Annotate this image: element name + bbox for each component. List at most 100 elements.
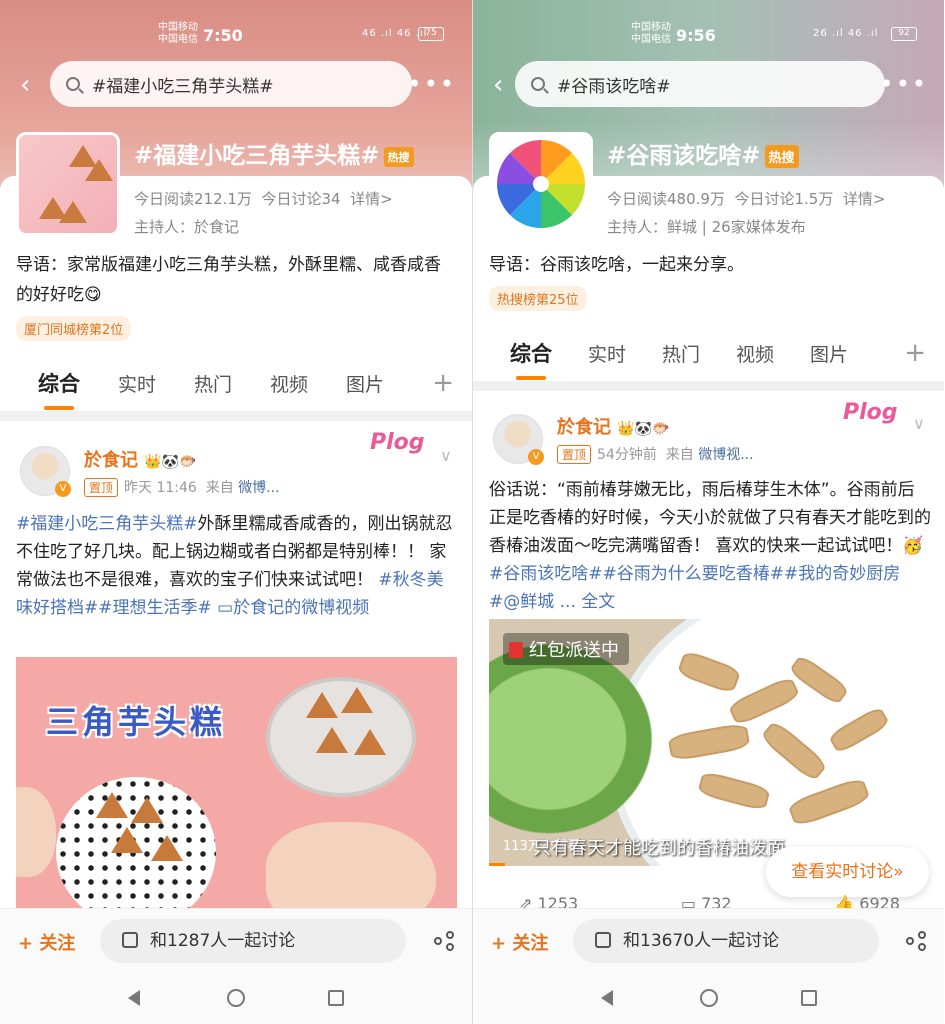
reads-count: 今日阅读480.9万 [607,190,725,208]
plog-badge: Plog [843,400,898,425]
back-arrow-icon[interactable]: ‹ [493,70,503,100]
share-icon[interactable] [906,931,928,951]
rank-badge[interactable]: 厦门同城榜第2位 [16,316,132,341]
video-caption: 只有春天才能吃到的香椿油泼面 [533,838,785,859]
discussion-count: 今日讨论34 [261,190,341,208]
follow-button[interactable]: + 关注 [18,929,75,955]
view-live-discussion-button[interactable]: 查看实时讨论» [766,847,929,897]
carrier-2: 中国电信 [631,34,671,45]
edit-icon [595,932,611,948]
hand [16,787,56,877]
nav-recents-icon[interactable] [328,990,344,1006]
watermark: 微博视频号 [853,635,914,649]
right-phone: 中国移动 中国电信 9:56 26 .ıl 46 .ıl 92 ‹ #谷雨该吃啥… [472,0,944,1024]
red-packet-icon [509,642,523,658]
nav-back-icon[interactable] [128,990,140,1006]
nav-recents-icon[interactable] [801,990,817,1006]
video-progress [489,863,505,866]
post-source[interactable]: 微博... [238,480,279,496]
discussion-count: 今日讨论1.5万 [734,190,834,208]
read-more-link[interactable]: ... 全文 [560,592,616,612]
host-label: 主持人： [134,218,195,236]
badge-icons: 👑🐼🐡 [617,421,670,437]
follow-button[interactable]: + 关注 [491,929,548,955]
edit-icon [122,932,138,948]
red-packet-text: 红包派送中 [529,640,619,661]
add-tab-icon[interactable]: + [904,338,926,368]
post-video[interactable]: 红包派送中 微博视频号 113万次观看 只有春天才能吃到的香椿油泼面 01:13 [489,619,930,866]
tab-video[interactable]: 视频 [270,370,308,397]
search-bar[interactable]: #福建小吃三角芋头糕# [50,61,412,107]
battery-icon: 92 [891,27,917,41]
topic-title: #谷雨该吃啥# 热搜 [607,136,799,170]
discuss-button[interactable]: 和1287人一起讨论 [100,919,406,963]
topic-host: 主持人：鲜城 | 26家媒体发布 [607,216,806,237]
nav-home-icon[interactable] [227,989,245,1007]
details-link[interactable]: 详情> [350,190,393,208]
cake-piece [151,835,183,861]
cake-piece [341,687,373,713]
color-wheel-logo [497,140,585,228]
topic-guide: 导语：家常版福建小吃三角芋头糕，外酥里糯、咸香咸香的好好吃😋 [16,255,441,305]
post-timestamp: 54分钟前 [597,447,657,463]
system-nav-bar [473,972,944,1024]
post-image[interactable]: 三角芋头糕 [16,657,457,911]
details-link[interactable]: 详情> [843,190,886,208]
share-icon[interactable] [434,931,456,951]
video-link[interactable]: ▭於食记的微博视频 [217,598,369,618]
topic-stats: 今日阅读480.9万 今日讨论1.5万 详情> [607,188,885,209]
post-text: 俗话说：“雨前椿芽嫩无比，雨后椿芽生木体”。谷雨前后正是吃香椿的好时候，今天小於… [489,476,931,616]
hot-badge: 热搜 [764,145,799,168]
discuss-text: 和13670人一起讨论 [623,931,780,951]
topic-title-text: #福建小吃三角芋头糕# [134,143,380,169]
host-name[interactable]: 於食记 [194,218,239,236]
tab-all[interactable]: 综合 [38,368,80,410]
hot-badge: 热搜 [383,146,414,167]
post-source[interactable]: 微博视... [698,447,753,463]
tab-all[interactable]: 综合 [510,338,552,380]
pinned-badge: 置顶 [557,445,592,464]
badge-icons: 👑🐼🐡 [144,454,197,470]
discuss-button[interactable]: 和13670人一起讨论 [573,919,879,963]
search-icon [531,77,545,91]
tab-realtime[interactable]: 实时 [588,340,626,367]
bottom-bar: + 关注 和1287人一起讨论 [0,908,472,972]
tab-photos[interactable]: 图片 [810,340,848,367]
more-menu-icon[interactable]: ••• [880,70,928,98]
add-tab-icon[interactable]: + [432,368,454,398]
chevron-down-icon[interactable]: ∨ [440,446,452,465]
nav-back-icon[interactable] [601,990,613,1006]
tab-photos[interactable]: 图片 [346,370,384,397]
topic-cover-image [489,132,593,236]
topic-title-text: #谷雨该吃啥# [607,143,761,169]
clock: 7:50 [203,26,243,45]
rank-badge[interactable]: 热搜榜第25位 [489,286,587,311]
topic-stats: 今日阅读212.1万 今日讨论34 详情> [134,188,393,209]
tab-hot[interactable]: 热门 [194,370,232,397]
search-bar[interactable]: #谷雨该吃啥# [515,61,885,107]
more-menu-icon[interactable]: ••• [408,70,456,98]
cake-piece [96,792,128,818]
tab-realtime[interactable]: 实时 [118,370,156,397]
hashtag-link[interactable]: #福建小吃三角芋头糕# [16,514,198,534]
tab-video[interactable]: 视频 [736,340,774,367]
avatar[interactable] [493,414,544,465]
username[interactable]: 於食记 👑🐼🐡 [84,446,197,472]
topic-cover-image [16,132,120,236]
signal-icon: 26 .ıl 46 .ıl [813,28,879,39]
hashtag-link[interactable]: #谷雨该吃啥##谷雨为什么要吃香椿##我的奇妙厨房#@鲜城 [489,564,900,612]
tab-hot[interactable]: 热门 [662,340,700,367]
cake-piece [59,201,87,223]
nav-home-icon[interactable] [700,989,718,1007]
chevron-down-icon[interactable]: ∨ [913,414,925,433]
username[interactable]: 於食记 👑🐼🐡 [557,413,670,439]
topic-guide: 导语：谷雨该吃啥，一起来分享。 [489,255,744,275]
post-timestamp: 昨天 11:46 [124,480,197,496]
back-arrow-icon[interactable]: ‹ [20,70,30,100]
host-name[interactable]: 鲜城 | 26家媒体发布 [667,218,806,236]
cake-piece [354,729,386,755]
left-phone: 中国移动 中国电信 7:50 46 .ıl 46 .ıl 75 ‹ #福建小吃三… [0,0,472,1024]
red-packet-banner[interactable]: 红包派送中 [503,633,629,665]
carrier-2: 中国电信 [158,34,198,45]
avatar[interactable] [20,446,71,497]
